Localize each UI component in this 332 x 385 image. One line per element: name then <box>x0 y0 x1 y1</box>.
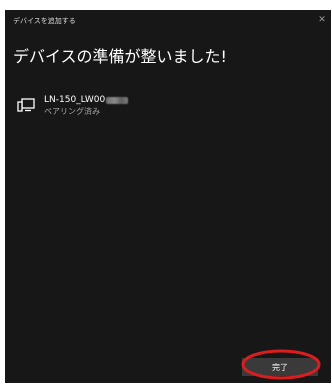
device-name: LN-150_LW00 <box>44 95 106 105</box>
page-heading: デバイスの準備が整いました! <box>13 47 227 66</box>
redacted-serial <box>106 96 129 104</box>
device-list-item[interactable]: LN-150_LW00 ペアリング済み <box>17 95 129 117</box>
add-device-dialog: デバイスを追加する ✕ デバイスの準備が整いました! LN-150_LW00 ペ… <box>5 10 331 383</box>
device-info: LN-150_LW00 ペアリング済み <box>44 95 129 117</box>
title-bar: デバイスを追加する ✕ <box>5 10 331 30</box>
done-button[interactable]: 完了 <box>242 358 318 376</box>
display-device-icon <box>17 98 35 112</box>
device-name-row: LN-150_LW00 <box>44 95 129 105</box>
window-title: デバイスを追加する <box>13 17 76 25</box>
device-status: ペアリング済み <box>44 107 100 116</box>
close-button[interactable]: ✕ <box>316 15 328 25</box>
